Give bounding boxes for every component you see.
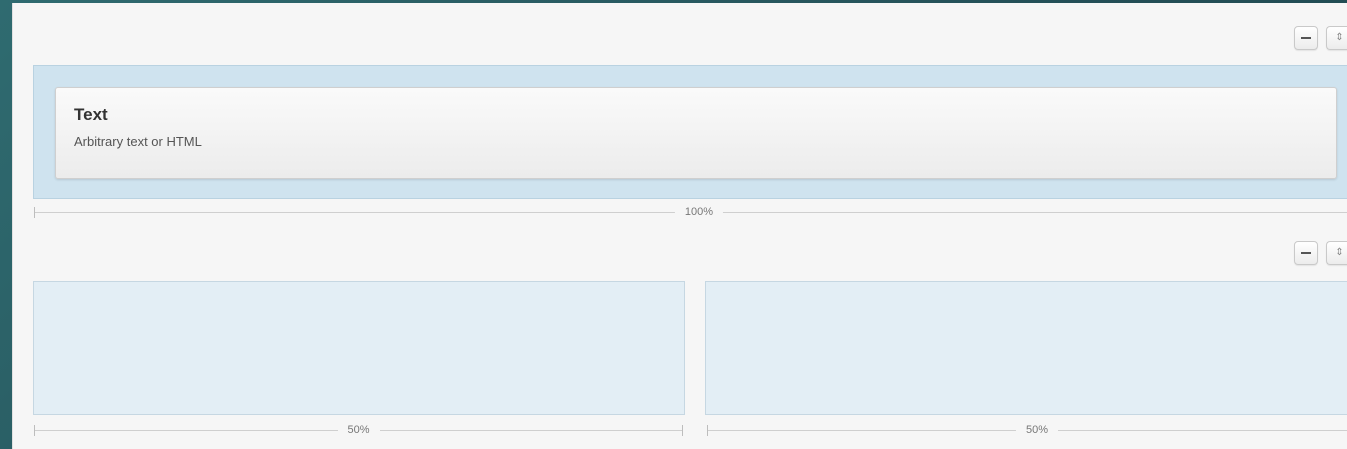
- column-1-width-label: 50%: [337, 423, 380, 437]
- column-2-width-measure: 50%: [707, 423, 1347, 437]
- measure-tick-left: [34, 207, 35, 218]
- row-1-controls: ⇕: [1294, 26, 1347, 50]
- minus-icon: [1301, 37, 1311, 39]
- measure-tick-right: [682, 425, 683, 436]
- widget-title: Text: [74, 105, 108, 124]
- row-2-column-1[interactable]: [33, 281, 685, 415]
- widget-description: Arbitrary text or HTML: [74, 134, 202, 149]
- row-1-width-label: 100%: [674, 205, 724, 219]
- remove-row-button[interactable]: [1294, 26, 1318, 50]
- updown-arrows-icon: ⇕: [1335, 32, 1344, 43]
- minus-icon: [1301, 252, 1311, 254]
- sort-row-button[interactable]: ⇕: [1326, 26, 1347, 50]
- row-2-controls: ⇕: [1294, 241, 1347, 265]
- row-1-width-measure: 100%: [34, 205, 1347, 219]
- column-2-width-label: 50%: [1015, 423, 1059, 437]
- layout-canvas: ⇕ Text Arbitrary text or HTML 100% ⇕ 50%: [12, 3, 1347, 449]
- column-1-width-measure: 50%: [34, 423, 683, 437]
- row-1-full-width[interactable]: Text Arbitrary text or HTML: [33, 65, 1347, 199]
- row-2-column-2[interactable]: [705, 281, 1347, 415]
- remove-row-button[interactable]: [1294, 241, 1318, 265]
- text-widget[interactable]: Text Arbitrary text or HTML: [55, 87, 1337, 179]
- measure-tick-left: [707, 425, 708, 436]
- updown-arrows-icon: ⇕: [1335, 247, 1344, 258]
- sort-row-button[interactable]: ⇕: [1326, 241, 1347, 265]
- measure-tick-left: [34, 425, 35, 436]
